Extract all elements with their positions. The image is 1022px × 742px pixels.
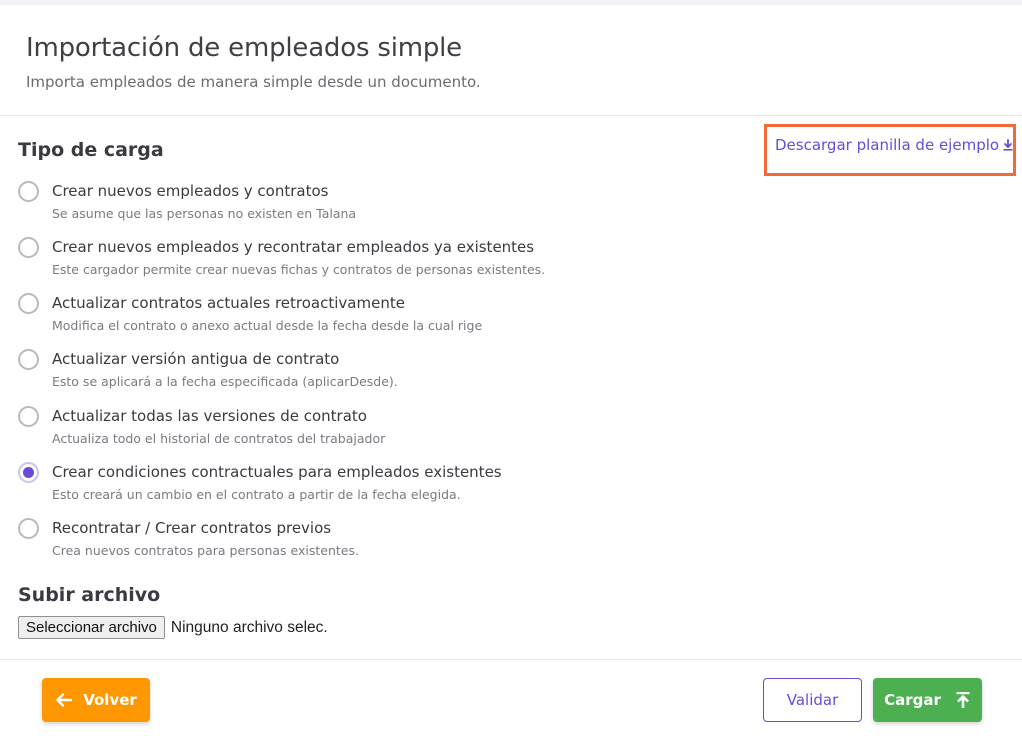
- option-label: Crear nuevos empleados y contratos: [52, 182, 329, 200]
- arrow-left-icon: [56, 693, 73, 707]
- option-description: Crea nuevos contratos para personas exis…: [52, 543, 359, 558]
- radio-button[interactable]: [18, 406, 39, 427]
- load-type-title: Tipo de carga: [18, 139, 164, 161]
- download-highlight-box: Descargar planilla de ejemplo: [764, 124, 1016, 176]
- load-type-option-new-and-rehire[interactable]: Crear nuevos empleados y recontratar emp…: [18, 237, 718, 285]
- load-type-option-contract-conditions[interactable]: Crear condiciones contractuales para emp…: [18, 462, 718, 510]
- option-label: Actualizar contratos actuales retroactiv…: [52, 294, 405, 312]
- radio-button[interactable]: [18, 237, 39, 258]
- option-description: Este cargador permite crear nuevas ficha…: [52, 262, 546, 277]
- option-description: Actualiza todo el historial de contratos…: [52, 431, 386, 446]
- page-subtitle: Importa empleados de manera simple desde…: [26, 73, 481, 91]
- radio-button[interactable]: [18, 181, 39, 202]
- option-label: Crear nuevos empleados y recontratar emp…: [52, 238, 535, 256]
- option-description: Esto se aplicará a la fecha especificada…: [52, 374, 398, 389]
- load-type-option-update-all-versions[interactable]: Actualizar todas las versiones de contra…: [18, 406, 718, 454]
- option-label: Recontratar / Crear contratos previos: [52, 519, 332, 537]
- file-status: Ninguno archivo selec.: [170, 618, 328, 636]
- footer-actions: Volver Validar Cargar: [0, 659, 1022, 742]
- page-header: Importación de empleados simple Importa …: [0, 5, 1022, 116]
- download-template-link[interactable]: Descargar planilla de ejemplo: [775, 136, 1014, 154]
- option-label: Crear condiciones contractuales para emp…: [52, 463, 502, 481]
- option-description: Esto creará un cambio en el contrato a p…: [52, 487, 461, 502]
- radio-button[interactable]: [18, 349, 39, 370]
- radio-button-selected[interactable]: [18, 462, 39, 483]
- file-input: Seleccionar archivo Ninguno archivo sele…: [18, 616, 328, 639]
- radio-button[interactable]: [18, 518, 39, 539]
- upload-button-label: Cargar: [884, 691, 941, 709]
- load-type-option-rehire-previous[interactable]: Recontratar / Crear contratos previos Cr…: [18, 518, 718, 566]
- load-type-option-update-old-version[interactable]: Actualizar versión antigua de contrato E…: [18, 349, 718, 397]
- option-description: Modifica el contrato o anexo actual desd…: [52, 318, 483, 333]
- upload-icon: [956, 692, 970, 708]
- download-icon: [1003, 139, 1013, 151]
- upload-button[interactable]: Cargar: [873, 678, 982, 722]
- validate-button[interactable]: Validar: [763, 678, 862, 722]
- back-button[interactable]: Volver: [42, 678, 150, 722]
- upload-title: Subir archivo: [18, 584, 161, 606]
- page-title: Importación de empleados simple: [26, 33, 462, 63]
- back-button-label: Volver: [83, 691, 137, 709]
- load-type-option-new-employees[interactable]: Crear nuevos empleados y contratos Se as…: [18, 181, 718, 229]
- radio-button[interactable]: [18, 293, 39, 314]
- load-type-option-update-retroactive[interactable]: Actualizar contratos actuales retroactiv…: [18, 293, 718, 341]
- option-description: Se asume que las personas no existen en …: [52, 206, 357, 221]
- download-template-label: Descargar planilla de ejemplo: [775, 136, 1000, 154]
- select-file-button[interactable]: Seleccionar archivo: [18, 616, 165, 639]
- option-label: Actualizar todas las versiones de contra…: [52, 407, 367, 425]
- option-label: Actualizar versión antigua de contrato: [52, 350, 340, 368]
